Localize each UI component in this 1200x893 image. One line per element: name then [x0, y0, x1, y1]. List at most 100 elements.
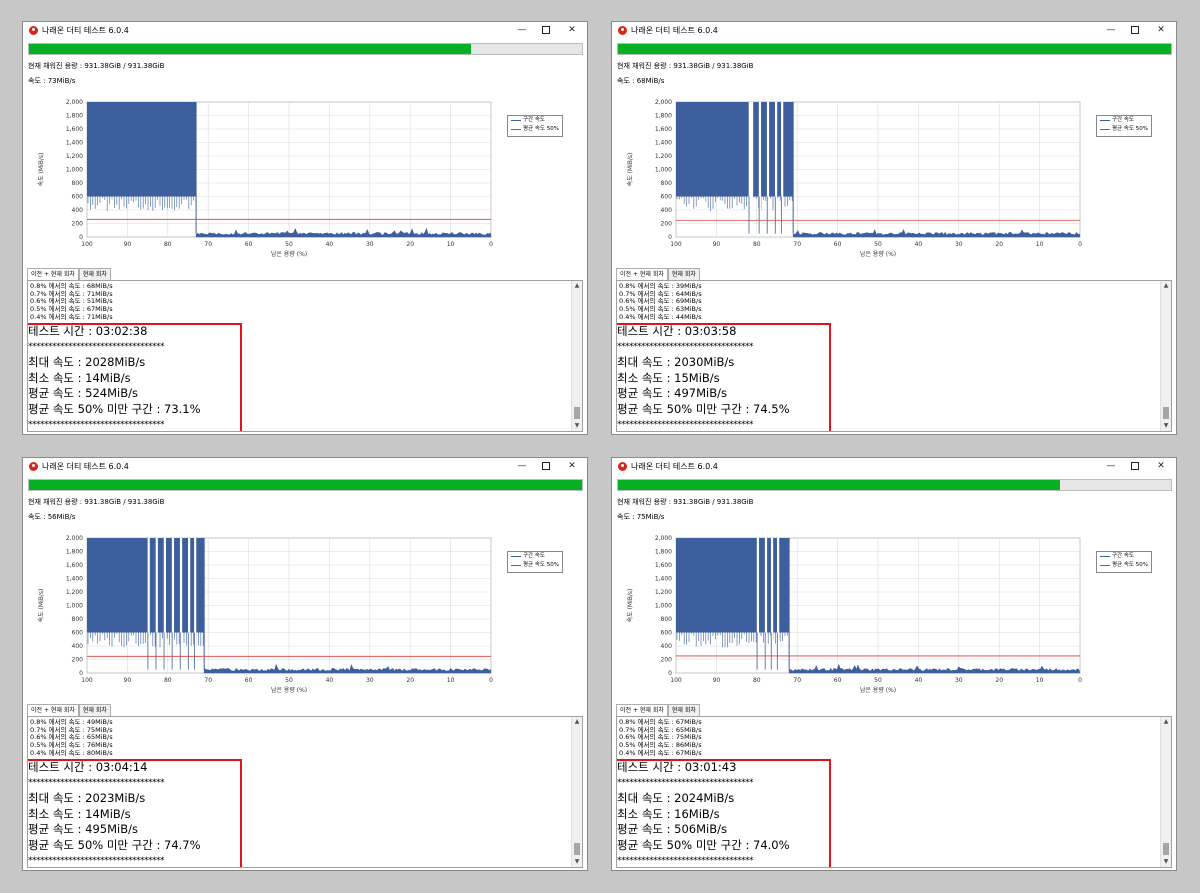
x-tick-label: 100 — [670, 241, 682, 248]
y-axis-title: 속도 (MiB/s) — [626, 153, 634, 187]
y-tick-label: 400 — [661, 207, 673, 214]
scroll-thumb[interactable] — [1163, 843, 1169, 855]
result-highlight-box — [617, 323, 831, 431]
app-logo-icon — [29, 26, 38, 35]
legend-swatch-avg — [511, 129, 521, 130]
minimize-button[interactable]: — — [1104, 24, 1118, 37]
y-tick-label: 2,000 — [66, 535, 83, 542]
y-tick-label: 1,800 — [655, 113, 672, 120]
x-tick-label: 70 — [793, 241, 801, 248]
x-tick-label: 80 — [164, 241, 172, 248]
legend-section-speed: 구간 속도 — [1112, 117, 1134, 123]
minimize-button[interactable]: — — [515, 460, 529, 473]
maximize-button[interactable] — [1128, 24, 1142, 37]
maximize-button[interactable] — [539, 460, 553, 473]
close-button[interactable]: ✕ — [1154, 24, 1168, 37]
scroll-up-icon[interactable]: ▲ — [1161, 281, 1171, 291]
tab-current[interactable]: 현재 회차 — [78, 704, 111, 716]
y-tick-label: 1,000 — [655, 603, 672, 610]
window-title: 나래온 더티 테스트 6.0.4 — [42, 26, 129, 35]
scroll-down-icon[interactable]: ▼ — [572, 421, 582, 431]
progress-bar — [617, 43, 1172, 55]
y-tick-label: 1,400 — [66, 576, 83, 583]
y-tick-label: 600 — [661, 630, 673, 637]
minimize-button[interactable]: — — [515, 24, 529, 37]
result-log: 0.8% 에서의 속도 : 68MiB/s 0.7% 에서의 속도 : 71Mi… — [27, 280, 583, 432]
x-tick-label: 30 — [366, 241, 374, 248]
progress-fill — [29, 44, 472, 54]
x-axis-title: 남은 용량 (%) — [860, 250, 896, 258]
close-button[interactable]: ✕ — [565, 24, 579, 37]
scroll-down-icon[interactable]: ▼ — [1161, 857, 1171, 867]
x-tick-label: 60 — [834, 241, 842, 248]
scroll-thumb[interactable] — [574, 843, 580, 855]
y-tick-label: 600 — [661, 194, 673, 201]
y-tick-label: 1,600 — [655, 126, 672, 133]
scroll-thumb[interactable] — [574, 407, 580, 419]
title-bar: 나래온 더티 테스트 6.0.4 — ✕ — [23, 458, 587, 476]
scroll-down-icon[interactable]: ▼ — [572, 857, 582, 867]
result-highlight-box — [28, 759, 242, 867]
progress-bar — [28, 43, 583, 55]
y-tick-label: 0 — [79, 670, 83, 677]
capacity-label: 현재 채워진 용량 : 931.38GiB / 931.38GiB — [617, 498, 754, 506]
x-axis-title: 남은 용량 (%) — [271, 250, 307, 258]
y-tick-label: 0 — [668, 670, 672, 677]
progress-bar — [28, 479, 583, 491]
scroll-thumb[interactable] — [1163, 407, 1169, 419]
x-tick-label: 0 — [489, 241, 493, 248]
log-scrollbar[interactable]: ▲ ▼ — [1160, 717, 1171, 867]
log-scrollbar[interactable]: ▲ ▼ — [571, 281, 582, 431]
y-tick-label: 1,200 — [655, 153, 672, 160]
tab-current[interactable]: 현재 회차 — [667, 268, 700, 280]
y-tick-label: 200 — [72, 221, 84, 228]
maximize-button[interactable] — [1128, 460, 1142, 473]
progress-bar — [617, 479, 1172, 491]
app-window-3: 나래온 더티 테스트 6.0.4 — ✕ 현재 채워진 용량 : 931.38G… — [22, 457, 588, 871]
legend-section-speed: 구간 속도 — [1112, 553, 1134, 559]
log-scrollbar[interactable]: ▲ ▼ — [571, 717, 582, 867]
tab-previous-and-current[interactable]: 이전 + 현재 회차 — [616, 704, 668, 716]
y-tick-label: 2,000 — [655, 99, 672, 106]
log-lines: 0.8% 에서의 속도 : 67MiB/s 0.7% 에서의 속도 : 65Mi… — [619, 718, 702, 758]
y-tick-label: 400 — [72, 643, 84, 650]
x-tick-label: 90 — [713, 677, 721, 684]
x-tick-label: 80 — [164, 677, 172, 684]
speed-label: 속도 : 75MiB/s — [617, 513, 665, 521]
speed-chart: 02004006008001,0001,2001,4001,6001,8002,… — [37, 535, 493, 694]
window-title: 나래온 더티 테스트 6.0.4 — [42, 462, 129, 471]
tab-current[interactable]: 현재 회차 — [78, 268, 111, 280]
progress-fill — [29, 480, 582, 490]
tab-previous-and-current[interactable]: 이전 + 현재 회차 — [27, 704, 79, 716]
scroll-up-icon[interactable]: ▲ — [572, 281, 582, 291]
maximize-button[interactable] — [539, 24, 553, 37]
result-highlight-box — [28, 323, 242, 431]
close-button[interactable]: ✕ — [1154, 460, 1168, 473]
capacity-label: 현재 채워진 용량 : 931.38GiB / 931.38GiB — [28, 498, 165, 506]
log-tabs: 이전 + 현재 회차 현재 회차 — [27, 268, 111, 280]
x-axis-title: 남은 용량 (%) — [860, 686, 896, 694]
close-button[interactable]: ✕ — [565, 460, 579, 473]
scroll-up-icon[interactable]: ▲ — [1161, 717, 1171, 727]
y-tick-label: 1,800 — [655, 549, 672, 556]
scroll-up-icon[interactable]: ▲ — [572, 717, 582, 727]
legend-swatch-avg — [1100, 129, 1110, 130]
scroll-down-icon[interactable]: ▼ — [1161, 421, 1171, 431]
log-scrollbar[interactable]: ▲ ▼ — [1160, 281, 1171, 431]
result-log: 0.8% 에서의 속도 : 49MiB/s 0.7% 에서의 속도 : 75Mi… — [27, 716, 583, 868]
app-logo-icon — [29, 462, 38, 471]
x-tick-label: 50 — [874, 241, 882, 248]
minimize-button[interactable]: — — [1104, 460, 1118, 473]
legend-section-speed: 구간 속도 — [523, 553, 545, 559]
x-tick-label: 0 — [1078, 677, 1082, 684]
tab-current[interactable]: 현재 회차 — [667, 704, 700, 716]
x-tick-label: 30 — [955, 677, 963, 684]
progress-fill — [618, 480, 1061, 490]
result-log: 0.8% 에서의 속도 : 39MiB/s 0.7% 에서의 속도 : 64Mi… — [616, 280, 1172, 432]
log-line: 0.4% 에서의 속도 : 44MiB/s — [619, 312, 702, 321]
x-tick-label: 70 — [204, 241, 212, 248]
x-tick-label: 80 — [753, 241, 761, 248]
tab-previous-and-current[interactable]: 이전 + 현재 회차 — [616, 268, 668, 280]
legend-swatch-section — [511, 556, 521, 557]
tab-previous-and-current[interactable]: 이전 + 현재 회차 — [27, 268, 79, 280]
